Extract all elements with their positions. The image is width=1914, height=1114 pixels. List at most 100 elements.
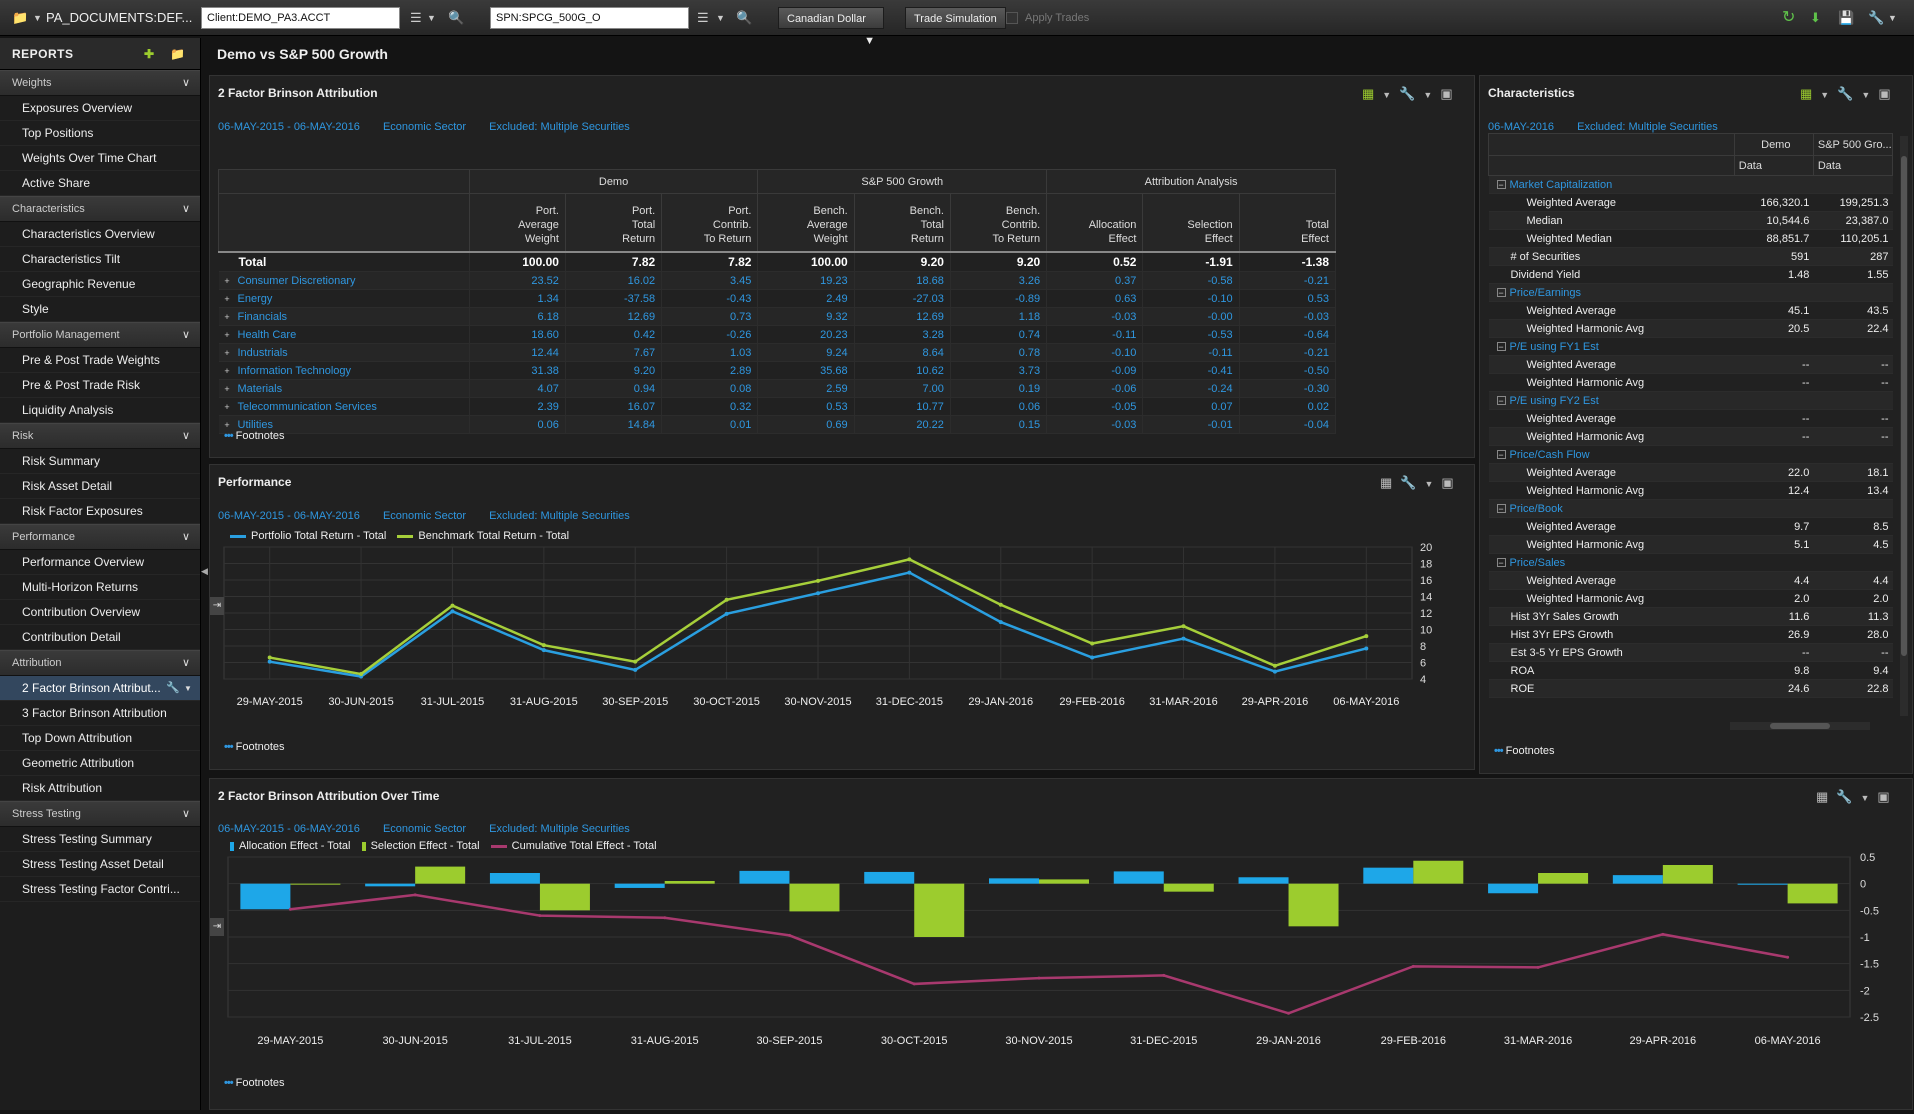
data-point[interactable]: [288, 907, 292, 911]
chevron-down-icon[interactable]: ▼: [1382, 90, 1399, 100]
data-point[interactable]: [541, 648, 546, 653]
expand-plus-icon[interactable]: +: [223, 312, 232, 322]
row-label[interactable]: Health Care: [238, 329, 297, 341]
data-point[interactable]: [1090, 655, 1095, 660]
chevron-down-icon[interactable]: ∨: [182, 197, 190, 221]
sidebar-section[interactable]: Portfolio Management ∨: [0, 322, 200, 348]
allocation-bar[interactable]: [1737, 883, 1788, 885]
data-point[interactable]: [1661, 932, 1665, 936]
excluded-label[interactable]: Excluded: Multiple Securities: [489, 121, 630, 133]
chevron-down-icon[interactable]: ▼: [1820, 90, 1837, 100]
data-point[interactable]: [724, 597, 729, 602]
maximize-icon[interactable]: ▣: [1878, 86, 1898, 101]
excluded-label[interactable]: Excluded: Multiple Securities: [489, 823, 630, 835]
trade-simulation-button[interactable]: Trade Simulation: [905, 7, 1006, 29]
char-label[interactable]: Price/Earnings: [1510, 287, 1582, 299]
data-point[interactable]: [450, 603, 455, 608]
row-label[interactable]: Financials: [238, 311, 288, 323]
chevron-down-icon[interactable]: ∨: [182, 323, 190, 347]
folder-icon[interactable]: 📁: [12, 7, 28, 29]
chevron-down-icon[interactable]: ∨: [182, 71, 190, 95]
chevron-down-icon[interactable]: ▼: [33, 7, 42, 29]
row-label[interactable]: Consumer Discretionary: [238, 275, 356, 287]
characteristics-scroll[interactable]: Demo S&P 500 Gro... Data Data − Market Capita…: [1488, 133, 1898, 721]
row-label[interactable]: Industrials: [238, 347, 288, 359]
sidebar-item[interactable]: Stress Testing Asset Detail: [0, 852, 200, 877]
chevron-down-icon[interactable]: ∨: [182, 651, 190, 675]
column-header[interactable]: Total Effect: [1238, 193, 1337, 252]
data-point[interactable]: [724, 611, 729, 616]
allocation-bar[interactable]: [989, 878, 1039, 884]
data-point[interactable]: [663, 916, 667, 920]
data-point[interactable]: [633, 667, 638, 672]
collapse-minus-icon[interactable]: −: [1496, 449, 1506, 459]
sidebar-item[interactable]: Top Down Attribution: [0, 726, 200, 751]
refresh-icon[interactable]: ↻: [1782, 7, 1795, 29]
data-point[interactable]: [1272, 669, 1277, 674]
sidebar-section[interactable]: Weights ∨: [0, 70, 200, 96]
chevron-down-icon[interactable]: ▼: [716, 7, 725, 29]
data-point[interactable]: [633, 659, 638, 664]
data-point[interactable]: [541, 643, 546, 648]
save-icon[interactable]: 💾: [1838, 7, 1854, 29]
sidebar-item[interactable]: Pre & Post Trade Weights: [0, 348, 200, 373]
data-point[interactable]: [1181, 624, 1186, 629]
data-point[interactable]: [450, 609, 455, 614]
expand-plus-icon[interactable]: +: [223, 330, 232, 340]
excluded-label[interactable]: Excluded: Multiple Securities: [489, 510, 630, 522]
sidebar-item[interactable]: Performance Overview: [0, 550, 200, 575]
maximize-icon[interactable]: ▣: [1441, 475, 1461, 490]
chevron-down-icon[interactable]: ▼: [427, 7, 436, 29]
selection-bar[interactable]: [1288, 883, 1339, 927]
footnotes-link[interactable]: ••• Footnotes: [1494, 745, 1555, 757]
group-header[interactable]: S&P 500 Growth: [757, 169, 1048, 194]
allocation-bar[interactable]: [1488, 883, 1539, 894]
collapse-minus-icon[interactable]: −: [1496, 341, 1506, 351]
add-folder-icon[interactable]: 📁: [170, 38, 185, 70]
sidebar-item[interactable]: Geometric Attribution: [0, 751, 200, 776]
group-header[interactable]: Demo: [468, 169, 759, 194]
allocation-bar[interactable]: [614, 883, 665, 888]
chevron-down-icon[interactable]: ∨: [182, 424, 190, 448]
data-point[interactable]: [816, 591, 820, 596]
bar-chart-icon[interactable]: ▦: [1800, 86, 1820, 101]
chevron-down-icon[interactable]: ∨: [182, 525, 190, 549]
sidebar-item[interactable]: Active Share: [0, 171, 200, 196]
column-header[interactable]: S&P 500 Gro...: [1812, 133, 1894, 156]
allocation-bar[interactable]: [1612, 875, 1663, 884]
expand-plus-icon[interactable]: +: [223, 276, 232, 286]
data-point[interactable]: [1272, 663, 1277, 668]
sidebar-section[interactable]: Risk ∨: [0, 423, 200, 449]
wrench-icon[interactable]: 🔧: [1836, 789, 1860, 804]
chevron-down-icon[interactable]: ▼: [1423, 90, 1440, 100]
chevron-down-icon[interactable]: ∨: [182, 802, 190, 826]
char-label[interactable]: Price/Book: [1510, 503, 1563, 515]
data-point[interactable]: [907, 570, 912, 575]
column-header[interactable]: Port. Average Weight: [468, 193, 566, 252]
expand-plus-icon[interactable]: +: [223, 420, 232, 430]
data-point[interactable]: [1364, 646, 1369, 651]
data-point[interactable]: [787, 933, 791, 937]
data-point[interactable]: [1536, 965, 1540, 969]
sidebar-item[interactable]: Pre & Post Trade Risk: [0, 373, 200, 398]
sidebar-item[interactable]: Multi-Horizon Returns: [0, 575, 200, 600]
list-icon[interactable]: ☰: [410, 7, 422, 29]
data-point[interactable]: [359, 672, 364, 677]
list-icon[interactable]: ☰: [697, 7, 709, 29]
wrench-icon[interactable]: 🔧: [1399, 86, 1423, 101]
selection-bar[interactable]: [664, 881, 715, 884]
apply-trades-checkbox[interactable]: [1006, 12, 1018, 24]
char-label[interactable]: Market Capitalization: [1510, 179, 1613, 191]
expand-arrow-icon[interactable]: ⇥: [210, 597, 224, 615]
column-header[interactable]: Port. Total Return: [564, 193, 663, 252]
data-point[interactable]: [1287, 1011, 1291, 1015]
column-header[interactable]: Bench. Total Return: [853, 193, 951, 252]
download-icon[interactable]: ⬇: [1810, 7, 1821, 29]
selection-bar[interactable]: [1039, 879, 1089, 884]
legend-item-portfolio[interactable]: Portfolio Total Return - Total: [230, 530, 386, 542]
sidebar-section[interactable]: Characteristics ∨: [0, 196, 200, 222]
selection-bar[interactable]: [789, 883, 840, 912]
sidebar-item[interactable]: Weights Over Time Chart: [0, 146, 200, 171]
date-label[interactable]: 06-MAY-2016: [1488, 121, 1554, 133]
column-header[interactable]: Port. Contrib. To Return: [661, 193, 759, 252]
